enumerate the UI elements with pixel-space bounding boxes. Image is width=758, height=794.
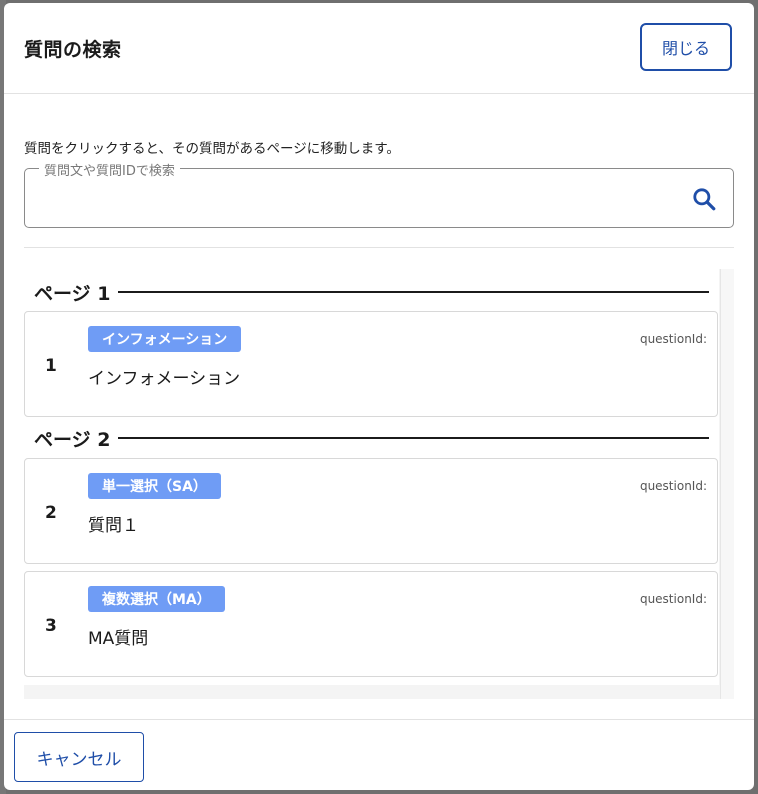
search-input[interactable]: [37, 185, 681, 213]
dialog-header: 質問の検索 閉じる: [4, 3, 754, 94]
question-number: 3: [45, 616, 57, 636]
question-id-label: questionId:: [639, 332, 707, 346]
cancel-button[interactable]: キャンセル: [14, 732, 144, 782]
scrollbar[interactable]: [720, 269, 734, 699]
divider: [24, 247, 734, 248]
page-heading-1: ページ 1: [34, 279, 709, 305]
question-number: 1: [45, 356, 57, 376]
page-heading-label: ページ 2: [34, 428, 111, 451]
question-id-label: questionId:: [639, 592, 707, 606]
dialog-footer: キャンセル: [4, 719, 754, 790]
question-type-badge: インフォメーション: [88, 326, 242, 352]
question-type-badge: 複数選択（MA）: [88, 586, 225, 612]
question-text: インフォメーション: [88, 369, 241, 389]
page-heading-rule: [118, 291, 709, 293]
instruction-text: 質問をクリックすると、その質問があるページに移動します。: [24, 141, 400, 157]
question-card-2[interactable]: 2 単一選択（SA） 質問１ questionId:: [24, 458, 718, 564]
question-card-1[interactable]: 1 インフォメーション インフォメーション questionId:: [24, 311, 718, 417]
page-heading-label: ページ 1: [34, 282, 111, 305]
close-button[interactable]: 閉じる: [640, 23, 732, 71]
search-label: 質問文や質問IDで検索: [39, 160, 180, 179]
question-number: 2: [45, 503, 57, 523]
question-card-3[interactable]: 3 複数選択（MA） MA質問 questionId:: [24, 571, 718, 677]
dialog-title: 質問の検索: [24, 39, 122, 61]
question-id-label: questionId:: [639, 479, 707, 493]
question-list: ページ 1 1 インフォメーション インフォメーション questionId: …: [24, 269, 734, 699]
search-icon[interactable]: [691, 186, 717, 212]
question-type-badge: 単一選択（SA）: [88, 473, 221, 499]
page-heading-2: ページ 2: [34, 425, 709, 451]
search-field[interactable]: 質問文や質問IDで検索: [24, 160, 734, 228]
question-list-content: ページ 1 1 インフォメーション インフォメーション questionId: …: [24, 269, 719, 685]
question-text: 質問１: [88, 516, 139, 536]
question-search-dialog: 質問の検索 閉じる 質問をクリックすると、その質問があるページに移動します。 質…: [4, 3, 754, 790]
question-text: MA質問: [88, 629, 149, 649]
page-heading-rule: [118, 437, 709, 439]
